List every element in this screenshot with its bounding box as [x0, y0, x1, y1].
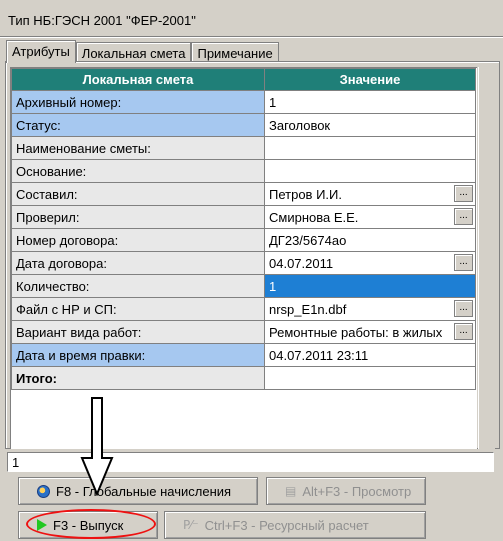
document-preview-icon: ▤ [285, 484, 297, 498]
row-label-edit-datetime: Дата и время правки: [11, 343, 265, 367]
play-icon [37, 519, 47, 531]
cell-value: 1 [269, 278, 277, 294]
grid-header-row: Локальная смета Значение [11, 68, 476, 91]
row-value-status[interactable]: Заголовок [264, 113, 476, 137]
row-value-edit-datetime[interactable]: 04.07.2011 23:11 [264, 343, 476, 367]
window: Тип НБ:ГЭСН 2001 "ФЕР-2001" Атрибуты Лок… [0, 0, 503, 541]
table-row: Составил: Петров И.И.... [11, 182, 476, 206]
status-field[interactable]: 1 [7, 452, 494, 472]
column-header-name[interactable]: Локальная смета [11, 68, 265, 91]
table-row: Основание: [11, 159, 476, 183]
row-value-quantity[interactable]: 1 [264, 274, 476, 298]
row-label-total: Итого: [11, 366, 265, 390]
global-charges-button[interactable]: F8 - Глобальные начисления [18, 477, 258, 505]
row-value-estimate-name[interactable] [264, 136, 476, 160]
window-title: Тип НБ:ГЭСН 2001 "ФЕР-2001" [8, 13, 196, 28]
row-label-basis: Основание: [11, 159, 265, 183]
resource-chart-icon: P⁄⁻ [183, 518, 199, 532]
row-value-checked-by[interactable]: Смирнова Е.Е.... [264, 205, 476, 229]
globe-icon [37, 484, 50, 498]
cell-value: Смирнова Е.Е. [269, 209, 359, 225]
cell-value: Ремонтные работы: в жилых [269, 324, 443, 340]
ellipsis-button[interactable]: ... [454, 254, 473, 271]
table-row: Дата и время правки: 04.07.2011 23:11 [11, 343, 476, 367]
tab-strip: Атрибуты Локальная смета Примечание [6, 40, 279, 63]
cell-value: 04.07.2011 23:11 [269, 347, 369, 363]
row-value-compiled-by[interactable]: Петров И.И.... [264, 182, 476, 206]
cell-value: 1 [269, 94, 277, 110]
row-label-estimate-name: Наименование сметы: [11, 136, 265, 160]
row-label-overhead-file: Файл с НР и СП: [11, 297, 265, 321]
title-separator [0, 36, 503, 38]
table-row: Дата договора: 04.07.2011... [11, 251, 476, 275]
tab-local-estimate[interactable]: Локальная смета [75, 42, 192, 63]
cell-value: nrsp_E1n.dbf [269, 301, 347, 317]
release-button[interactable]: F3 - Выпуск [18, 511, 158, 539]
row-label-checked-by: Проверил: [11, 205, 265, 229]
cell-value: ДГ23/5674ао [269, 232, 347, 248]
preview-label: Alt+F3 - Просмотр [302, 483, 412, 499]
table-row: Статус: Заголовок [11, 113, 476, 137]
attributes-panel: Локальная смета Значение Архивный номер:… [5, 61, 500, 449]
row-label-archive-number: Архивный номер: [11, 90, 265, 114]
row-label-compiled-by: Составил: [11, 182, 265, 206]
row-label-contract-number: Номер договора: [11, 228, 265, 252]
status-field-edge [495, 452, 501, 472]
row-value-archive-number[interactable]: 1 [264, 90, 476, 114]
title-bar: Тип НБ:ГЭСН 2001 "ФЕР-2001" [0, 0, 503, 38]
ellipsis-button[interactable]: ... [454, 185, 473, 202]
table-row: Файл с НР и СП: nrsp_E1n.dbf... [11, 297, 476, 321]
tab-attributes[interactable]: Атрибуты [6, 40, 76, 63]
table-row: Архивный номер: 1 [11, 90, 476, 114]
preview-button[interactable]: ▤ Alt+F3 - Просмотр [266, 477, 426, 505]
table-row: Итого: [11, 366, 476, 390]
cell-value: 04.07.2011 [269, 255, 334, 271]
row-value-contract-number[interactable]: ДГ23/5674ао [264, 228, 476, 252]
table-row: Проверил: Смирнова Е.Е.... [11, 205, 476, 229]
column-header-value[interactable]: Значение [264, 68, 476, 91]
row-label-status: Статус: [11, 113, 265, 137]
row-value-contract-date[interactable]: 04.07.2011... [264, 251, 476, 275]
attributes-grid: Локальная смета Значение Архивный номер:… [10, 67, 477, 449]
row-value-total[interactable] [264, 366, 476, 390]
row-label-contract-date: Дата договора: [11, 251, 265, 275]
table-row: Вариант вида работ: Ремонтные работы: в … [11, 320, 476, 344]
row-value-overhead-file[interactable]: nrsp_E1n.dbf... [264, 297, 476, 321]
ellipsis-button[interactable]: ... [454, 300, 473, 317]
vertical-scrollbar[interactable] [478, 67, 495, 449]
release-label: F3 - Выпуск [53, 517, 124, 533]
table-row: Номер договора: ДГ23/5674ао [11, 228, 476, 252]
row-value-basis[interactable] [264, 159, 476, 183]
row-label-quantity: Количество: [11, 274, 265, 298]
cell-value: Петров И.И. [269, 186, 342, 202]
cell-value: Заголовок [269, 117, 331, 133]
resource-calc-label: Ctrl+F3 - Ресурсный расчет [204, 517, 369, 533]
table-row: Количество: 1 [11, 274, 476, 298]
table-row: Наименование сметы: [11, 136, 476, 160]
row-value-work-type[interactable]: Ремонтные работы: в жилых... [264, 320, 476, 344]
row-label-work-type: Вариант вида работ: [11, 320, 265, 344]
ellipsis-button[interactable]: ... [454, 323, 473, 340]
global-charges-label: F8 - Глобальные начисления [56, 483, 232, 499]
resource-calc-button[interactable]: P⁄⁻ Ctrl+F3 - Ресурсный расчет [164, 511, 426, 539]
tab-note[interactable]: Примечание [191, 42, 279, 63]
ellipsis-button[interactable]: ... [454, 208, 473, 225]
